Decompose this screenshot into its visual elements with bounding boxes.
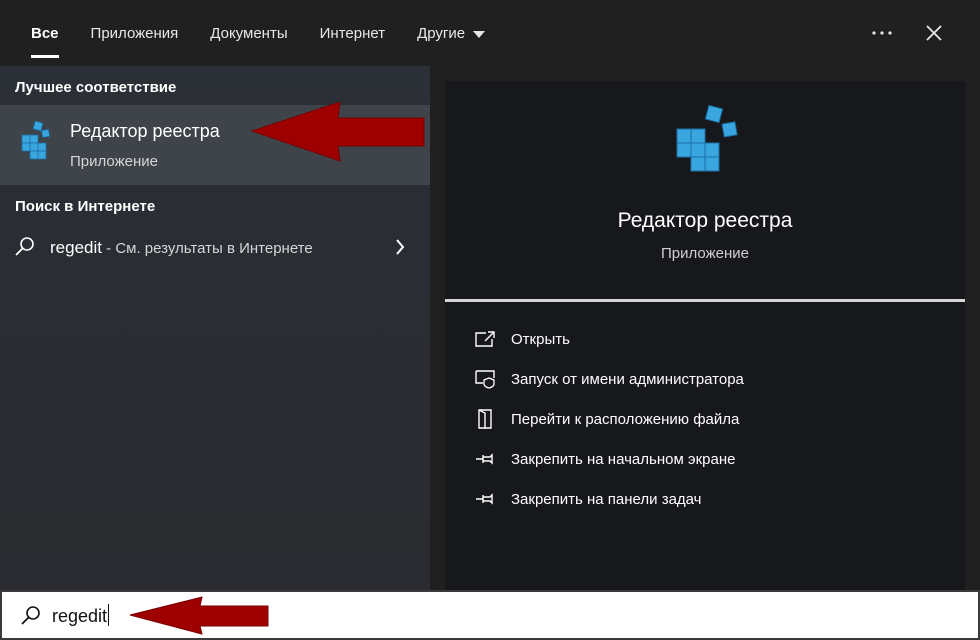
tabs: Все Приложения Документы Интернет Другие <box>0 0 501 66</box>
details-pane: Редактор реестра Приложение Открыть Запу… <box>445 81 965 590</box>
tab-documents[interactable]: Документы <box>194 0 303 66</box>
tab-label: Интернет <box>319 24 386 42</box>
search-input[interactable]: regedit <box>52 604 110 627</box>
best-match-heading: Лучшее соответствие <box>15 79 177 96</box>
search-scope-tabbar: Все Приложения Документы Интернет Другие <box>0 0 980 66</box>
search-icon <box>21 606 40 625</box>
action-label: Закрепить на панели задач <box>511 490 702 508</box>
pin-icon <box>473 488 497 510</box>
windows-search-window: Все Приложения Документы Интернет Другие… <box>0 0 980 640</box>
action-label: Открыть <box>511 330 570 348</box>
annotation-arrow <box>129 596 269 635</box>
registry-editor-icon <box>21 121 51 160</box>
open-icon <box>473 328 497 350</box>
detail-title: Редактор реестра <box>617 209 793 232</box>
web-result-query: regedit <box>50 238 102 257</box>
chevron-right-icon[interactable] <box>394 238 406 256</box>
chevron-down-icon <box>473 30 486 38</box>
action-list: Открыть Запуск от имени администратора П… <box>445 319 965 519</box>
action-label: Закрепить на начальном экране <box>511 450 736 468</box>
action-run-as-admin[interactable]: Запуск от имени администратора <box>445 359 965 399</box>
pin-icon <box>473 448 497 470</box>
search-icon <box>15 237 34 256</box>
action-label: Перейти к расположению файла <box>511 410 740 428</box>
tab-label: Приложения <box>90 24 179 42</box>
tab-apps[interactable]: Приложения <box>75 0 195 66</box>
tab-internet[interactable]: Интернет <box>304 0 401 66</box>
top-actions <box>856 0 960 66</box>
action-open[interactable]: Открыть <box>445 319 965 359</box>
action-open-file-location[interactable]: Перейти к расположению файла <box>445 399 965 439</box>
shield-icon <box>473 368 497 390</box>
tab-label: Все <box>31 24 59 42</box>
more-icon <box>872 31 892 35</box>
tab-label: Другие <box>417 24 466 42</box>
action-label: Запуск от имени администратора <box>511 370 744 388</box>
detail-subtitle: Приложение <box>661 245 749 262</box>
best-match-subtitle: Приложение <box>70 153 158 170</box>
action-pin-to-taskbar[interactable]: Закрепить на панели задач <box>445 479 965 519</box>
divider <box>445 299 965 302</box>
more-options-button[interactable] <box>856 10 908 56</box>
action-pin-to-start[interactable]: Закрепить на начальном экране <box>445 439 965 479</box>
search-input-value: regedit <box>52 606 108 626</box>
registry-editor-icon <box>676 105 738 172</box>
web-result-text: regedit - См. результаты в Интернете <box>50 238 313 258</box>
tab-other[interactable]: Другие <box>401 0 501 66</box>
file-location-icon <box>473 408 497 430</box>
tab-all[interactable]: Все <box>15 0 75 66</box>
web-result-hint: - См. результаты в Интернете <box>101 240 313 257</box>
best-match-title: Редактор реестра <box>70 121 220 141</box>
close-button[interactable] <box>908 10 960 56</box>
web-search-heading: Поиск в Интернете <box>15 198 156 215</box>
annotation-arrow <box>250 101 425 162</box>
close-icon <box>926 25 942 41</box>
text-cursor <box>108 604 110 626</box>
web-search-result[interactable]: regedit - См. результаты в Интернете <box>0 228 430 268</box>
tab-label: Документы <box>210 24 288 42</box>
